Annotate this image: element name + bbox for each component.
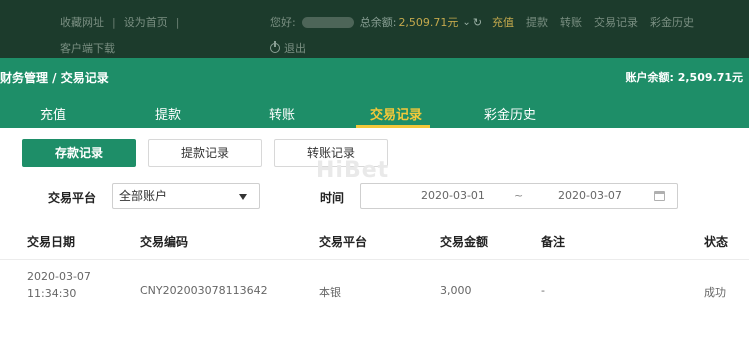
bookmark-link[interactable]: 收藏网址 xyxy=(60,14,104,30)
platform-select-value: 全部账户 xyxy=(119,189,168,203)
top-recharge-link[interactable]: 充值 xyxy=(492,14,514,30)
finance-tabs: 充值 提款 转账 交易记录 彩金历史 xyxy=(0,96,749,128)
row-code: CNY202003078113642 xyxy=(140,284,268,297)
total-balance-value: 2,509.71元 xyxy=(398,16,459,29)
logout-link[interactable]: 退出 xyxy=(270,40,306,56)
subtab-deposit-records[interactable]: 存款记录 xyxy=(22,139,136,167)
top-links: 收藏网址 | 设为首页 | xyxy=(60,14,187,30)
col-code: 交易编码 xyxy=(140,235,189,249)
top-bonus-history-link[interactable]: 彩金历史 xyxy=(650,14,694,30)
records-table-header: 交易日期 交易编码 交易平台 交易金额 备注 状态 xyxy=(0,220,749,260)
greeting-label: 您好: xyxy=(270,16,296,29)
top-records-link[interactable]: 交易记录 xyxy=(594,14,638,30)
col-amount: 交易金额 xyxy=(440,235,489,249)
row-date: 2020-03-07 xyxy=(27,270,91,283)
row-amount: 3,000 xyxy=(440,284,472,297)
date-end[interactable]: 2020-03-07 xyxy=(558,189,622,202)
power-icon xyxy=(270,41,280,53)
date-separator: ~ xyxy=(514,189,524,202)
chevron-down-icon[interactable]: ⌄ xyxy=(462,17,470,28)
platform-select[interactable]: 全部账户 xyxy=(112,183,260,209)
divider: | xyxy=(175,15,180,29)
active-tab-indicator xyxy=(356,125,430,128)
tab-transfer[interactable]: 转账 xyxy=(269,104,295,123)
tab-withdraw[interactable]: 提款 xyxy=(155,104,181,123)
top-transfer-link[interactable]: 转账 xyxy=(560,14,582,30)
account-balance: 账户余额: 2,509.71元 xyxy=(625,69,743,85)
time-filter-label: 时间 xyxy=(320,191,345,205)
col-status: 状态 xyxy=(704,235,729,249)
finance-header: 财务管理 / 交易记录 账户余额: 2,509.71元 充值 提款 转账 交易记… xyxy=(0,58,749,128)
table-row: 2020-03-07 11:34:30 CNY202003078113642 本… xyxy=(0,260,749,320)
masked-username xyxy=(301,16,354,28)
col-platform: 交易平台 xyxy=(319,235,368,249)
logout-label: 退出 xyxy=(284,42,306,55)
top-bar: 收藏网址 | 设为首页 | 客户端下载 您好: 总余额: 2,509.71元 ⌄… xyxy=(0,0,749,58)
row-time: 11:34:30 xyxy=(27,287,77,300)
date-start[interactable]: 2020-03-01 xyxy=(421,189,485,202)
calendar-icon[interactable] xyxy=(654,191,665,201)
subtab-withdraw-records[interactable]: 提款记录 xyxy=(148,139,262,167)
top-withdraw-link[interactable]: 提款 xyxy=(526,14,548,30)
row-note: - xyxy=(541,284,545,297)
divider: | xyxy=(112,15,116,29)
caret-down-icon xyxy=(239,194,247,200)
breadcrumb: 财务管理 / 交易记录 xyxy=(0,71,109,85)
platform-filter-label: 交易平台 xyxy=(48,191,97,205)
row-status: 成功 xyxy=(704,286,726,299)
filter-bar: 交易平台 全部账户 时间 2020-03-01 ~ 2020-03-07 xyxy=(0,183,749,211)
user-greeting: 您好: 总余额: 2,509.71元 ⌄ ↻ 充值 提款 转账 交易记录 彩金历… xyxy=(270,14,694,30)
col-note: 备注 xyxy=(541,235,566,249)
subtab-transfer-records[interactable]: 转账记录 xyxy=(274,139,388,167)
tab-transaction-records[interactable]: 交易记录 xyxy=(370,104,422,123)
set-homepage-link[interactable]: 设为首页 xyxy=(124,14,168,30)
tab-bonus-history[interactable]: 彩金历史 xyxy=(484,104,536,123)
account-balance-value: 2,509.71元 xyxy=(677,71,743,84)
refresh-icon[interactable]: ↻ xyxy=(473,16,482,29)
total-balance-label: 总余额: xyxy=(359,16,397,29)
col-date: 交易日期 xyxy=(27,235,76,249)
client-download-link[interactable]: 客户端下载 xyxy=(60,40,115,56)
tab-recharge[interactable]: 充值 xyxy=(40,104,66,123)
account-balance-label: 账户余额: xyxy=(625,71,674,84)
date-range-picker[interactable]: 2020-03-01 ~ 2020-03-07 xyxy=(360,183,678,209)
record-type-tabs: 存款记录 提款记录 转账记录 xyxy=(22,139,400,167)
row-platform: 本银 xyxy=(319,286,341,299)
download-row: 客户端下载 xyxy=(60,40,115,56)
